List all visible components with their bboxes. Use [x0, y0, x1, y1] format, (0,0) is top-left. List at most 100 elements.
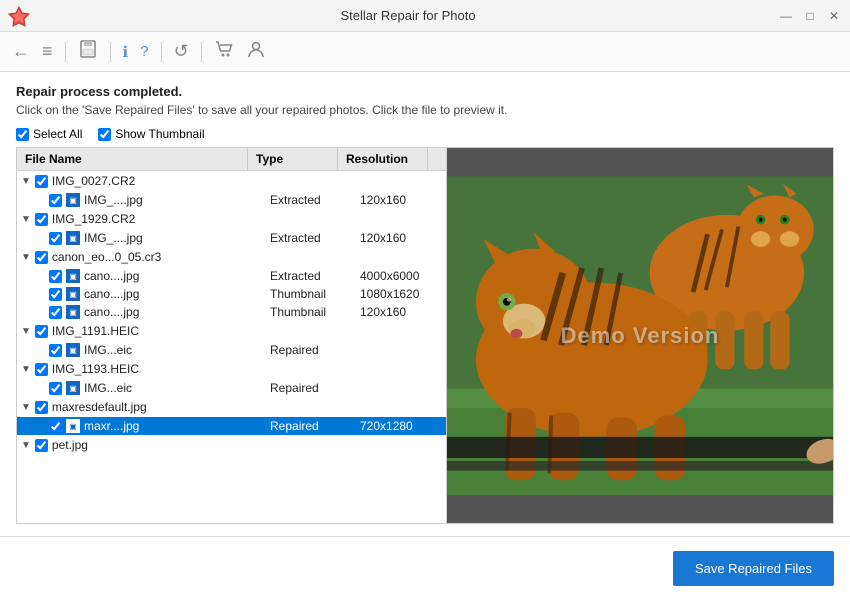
table-header: File Name Type Resolution [17, 148, 446, 171]
cart-icon[interactable] [214, 39, 234, 64]
close-button[interactable]: ✕ [826, 8, 842, 24]
file-icon: ▣ [66, 419, 80, 433]
col-resolution: Resolution [338, 148, 428, 170]
divider-2 [110, 42, 111, 62]
col-scroll [428, 148, 446, 170]
chevron-icon: ▼ [21, 252, 31, 263]
chevron-icon: ▼ [21, 402, 31, 413]
group-row[interactable]: ▼ maxresdefault.jpg [17, 397, 446, 417]
back-icon[interactable]: ← [12, 41, 30, 62]
group-checkbox[interactable] [35, 439, 48, 452]
group-checkbox[interactable] [35, 363, 48, 376]
show-thumbnail-checkbox[interactable] [98, 128, 111, 141]
table-row[interactable]: ▣ IMG...eic Repaired [17, 341, 446, 359]
file-list[interactable]: ▼ IMG_0027.CR2 ▣ IMG_....jpg Extracted 1… [17, 171, 446, 523]
menu-icon[interactable]: ≡ [42, 41, 53, 62]
row-checkbox[interactable] [49, 382, 62, 395]
file-icon: ▣ [66, 381, 80, 395]
file-icon: ▣ [66, 231, 80, 245]
group-checkbox[interactable] [35, 213, 48, 226]
cell-name: ▣ IMG...eic [17, 343, 266, 357]
group-checkbox[interactable] [35, 325, 48, 338]
file-icon: ▣ [66, 287, 80, 301]
file-icon: ▣ [66, 269, 80, 283]
help-icon[interactable]: ? [140, 43, 148, 60]
cell-type: Extracted [266, 269, 356, 283]
minimize-button[interactable]: — [778, 8, 794, 24]
info-icon[interactable]: ℹ [123, 43, 129, 61]
chevron-icon: ▼ [21, 326, 31, 337]
maximize-button[interactable]: □ [802, 8, 818, 24]
window-controls: — □ ✕ [778, 8, 842, 24]
table-row[interactable]: ▣ cano....jpg Thumbnail 1080x1620 [17, 285, 446, 303]
table-row[interactable]: ▣ cano....jpg Thumbnail 120x160 [17, 303, 446, 321]
toolbar: ← ≡ ℹ ? ↺ [0, 32, 850, 72]
row-checkbox[interactable] [49, 344, 62, 357]
select-all-checkbox[interactable] [16, 128, 29, 141]
group-name: canon_eo...0_05.cr3 [52, 250, 161, 264]
file-name: IMG_....jpg [84, 231, 143, 245]
row-checkbox[interactable] [49, 232, 62, 245]
select-all-label[interactable]: Select All [16, 127, 82, 141]
cell-type: Thumbnail [266, 305, 356, 319]
table-row[interactable]: ▣ IMG_....jpg Extracted 120x160 [17, 229, 446, 247]
file-name: IMG_....jpg [84, 193, 143, 207]
chevron-icon: ▼ [21, 364, 31, 375]
group-row[interactable]: ▼ IMG_1193.HEIC [17, 359, 446, 379]
undo-icon[interactable]: ↺ [174, 41, 189, 62]
group-name: IMG_1191.HEIC [52, 324, 139, 338]
col-filename: File Name [17, 148, 248, 170]
table-row[interactable]: ▣ cano....jpg Extracted 4000x6000 [17, 267, 446, 285]
cell-name: ▣ cano....jpg [17, 287, 266, 301]
group-checkbox[interactable] [35, 401, 48, 414]
cell-type: Extracted [266, 231, 356, 245]
group-name: IMG_1929.CR2 [52, 212, 135, 226]
divider-3 [161, 42, 162, 62]
group-name: maxresdefault.jpg [52, 400, 147, 414]
app-title: Stellar Repair for Photo [38, 8, 778, 23]
group-row[interactable]: ▼ pet.jpg [17, 435, 446, 455]
cell-type: Repaired [266, 419, 356, 433]
title-bar: Stellar Repair for Photo — □ ✕ [0, 0, 850, 32]
group-checkbox[interactable] [35, 251, 48, 264]
group-row[interactable]: ▼ IMG_0027.CR2 [17, 171, 446, 191]
table-row[interactable]: ▣ IMG_....jpg Extracted 120x160 [17, 191, 446, 209]
main-content: Repair process completed. Click on the '… [0, 72, 850, 536]
row-checkbox[interactable] [49, 288, 62, 301]
bottom-bar: Save Repaired Files [0, 536, 850, 600]
group-name: IMG_0027.CR2 [52, 174, 135, 188]
cell-resolution: 120x160 [356, 231, 446, 245]
cell-resolution: 720x1280 [356, 419, 446, 433]
cell-type: Repaired [266, 343, 356, 357]
account-icon[interactable] [246, 39, 266, 64]
chevron-icon: ▼ [21, 176, 31, 187]
cell-name: ▣ cano....jpg [17, 269, 266, 283]
cell-type: Extracted [266, 193, 356, 207]
cell-resolution: 120x160 [356, 193, 446, 207]
divider-4 [201, 42, 202, 62]
file-name: IMG...eic [84, 343, 132, 357]
group-row[interactable]: ▼ IMG_1929.CR2 [17, 209, 446, 229]
file-panel: File Name Type Resolution ▼ IMG_0027.CR2… [17, 148, 447, 523]
file-name: maxr....jpg [84, 419, 139, 433]
cell-resolution: 1080x1620 [356, 287, 446, 301]
app-logo [8, 5, 30, 27]
save-repaired-files-button[interactable]: Save Repaired Files [673, 551, 834, 586]
table-row[interactable]: ▣ maxr....jpg Repaired 720x1280 [17, 417, 446, 435]
group-row[interactable]: ▼ canon_eo...0_05.cr3 [17, 247, 446, 267]
file-name: cano....jpg [84, 305, 139, 319]
cell-resolution: 4000x6000 [356, 269, 446, 283]
file-icon: ▣ [66, 193, 80, 207]
row-checkbox[interactable] [49, 306, 62, 319]
divider-1 [65, 42, 66, 62]
save-icon[interactable] [78, 39, 98, 64]
group-checkbox[interactable] [35, 175, 48, 188]
cell-name: ▣ cano....jpg [17, 305, 266, 319]
show-thumbnail-label[interactable]: Show Thumbnail [98, 127, 204, 141]
row-checkbox[interactable] [49, 420, 62, 433]
table-row[interactable]: ▣ IMG...eic Repaired [17, 379, 446, 397]
group-name: IMG_1193.HEIC [52, 362, 139, 376]
row-checkbox[interactable] [49, 270, 62, 283]
row-checkbox[interactable] [49, 194, 62, 207]
group-row[interactable]: ▼ IMG_1191.HEIC [17, 321, 446, 341]
